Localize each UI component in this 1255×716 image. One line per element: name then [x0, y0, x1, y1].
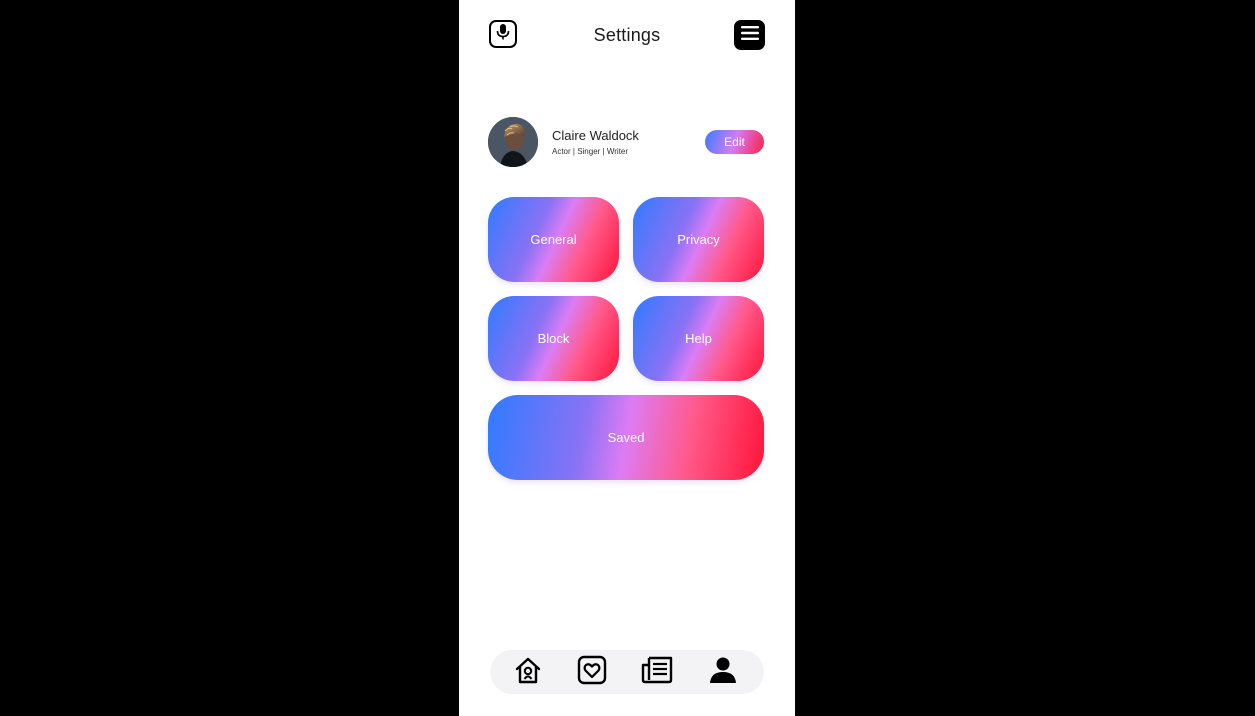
bottom-navigation — [490, 650, 764, 694]
profile-bio: Actor | Singer | Writer — [552, 147, 629, 156]
block-settings-button[interactable]: Block — [488, 296, 619, 381]
home-icon — [513, 655, 543, 690]
user-icon — [708, 655, 738, 690]
menu-button[interactable] — [734, 20, 765, 50]
feed-icon — [640, 655, 674, 690]
help-button[interactable]: Help — [633, 296, 764, 381]
heart-icon — [577, 655, 607, 690]
nav-feed-button[interactable] — [640, 656, 674, 688]
nav-home-button[interactable] — [511, 656, 545, 688]
privacy-settings-button[interactable]: Privacy — [633, 197, 764, 282]
hamburger-menu-icon — [740, 25, 759, 45]
screen: Settings Claire Waldock Actor | Singer |… — [0, 0, 1255, 716]
privacy-label: Privacy — [677, 232, 720, 247]
avatar-portrait-icon — [488, 117, 538, 167]
edit-profile-button[interactable]: Edit — [705, 130, 764, 154]
general-label: General — [530, 232, 577, 247]
help-label: Help — [685, 331, 712, 346]
profile-name: Claire Waldock — [552, 128, 639, 143]
nav-favorites-button[interactable] — [575, 655, 609, 690]
saved-button[interactable]: Saved — [488, 395, 764, 480]
block-label: Block — [537, 331, 570, 346]
nav-profile-button[interactable] — [706, 656, 740, 688]
phone-screen: Settings Claire Waldock Actor | Singer |… — [459, 0, 795, 716]
avatar[interactable] — [488, 117, 538, 167]
general-settings-button[interactable]: General — [488, 197, 619, 282]
saved-label: Saved — [607, 430, 645, 445]
